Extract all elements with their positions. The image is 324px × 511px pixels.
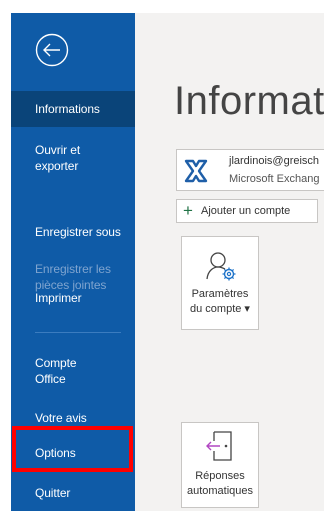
user-settings-icon xyxy=(206,252,236,281)
nav-item-enregistrer-pieces-jointes[interactable]: Enregistrer les pièces jointes xyxy=(11,261,121,293)
account-email: jlardinois@greisch xyxy=(229,155,320,167)
add-account-label: Ajouter un compte xyxy=(201,205,291,217)
account-settings-label-line2: du compte ▾ xyxy=(190,303,250,315)
plus-icon: + xyxy=(183,201,193,220)
exchange-account-icon xyxy=(184,159,208,183)
account-settings-label-line1: Paramètres xyxy=(191,288,249,300)
automatic-replies-tile[interactable]: Réponses automatiques xyxy=(181,422,259,508)
window-edge xyxy=(0,0,11,511)
nav-item-compte-office[interactable]: Compte Office xyxy=(11,355,91,387)
nav-separator xyxy=(35,332,121,333)
back-arrow-icon xyxy=(35,33,69,67)
add-account-button[interactable]: + Ajouter un compte xyxy=(176,199,318,223)
account-selector[interactable]: jlardinois@greisch Microsoft Exchang xyxy=(176,149,324,191)
nav-item-quitter[interactable]: Quitter xyxy=(11,485,135,501)
back-button[interactable] xyxy=(35,33,69,67)
page-title: Informati xyxy=(174,79,324,123)
options-highlight-box xyxy=(12,426,133,472)
nav-item-imprimer[interactable]: Imprimer xyxy=(11,290,135,306)
automatic-replies-label-line2: automatiques xyxy=(186,485,254,497)
nav-item-enregistrer-sous[interactable]: Enregistrer sous xyxy=(11,224,135,240)
account-settings-tile[interactable]: Paramètres du compte ▾ xyxy=(181,236,259,330)
account-type: Microsoft Exchang xyxy=(229,173,320,185)
nav-item-votre-avis[interactable]: Votre avis xyxy=(11,410,135,426)
nav-item-informations[interactable]: Informations xyxy=(11,91,135,127)
automatic-replies-label-line1: Réponses xyxy=(195,470,245,482)
automatic-replies-icon xyxy=(206,431,232,461)
nav-item-ouvrir-exporter[interactable]: Ouvrir et exporter xyxy=(11,142,111,174)
